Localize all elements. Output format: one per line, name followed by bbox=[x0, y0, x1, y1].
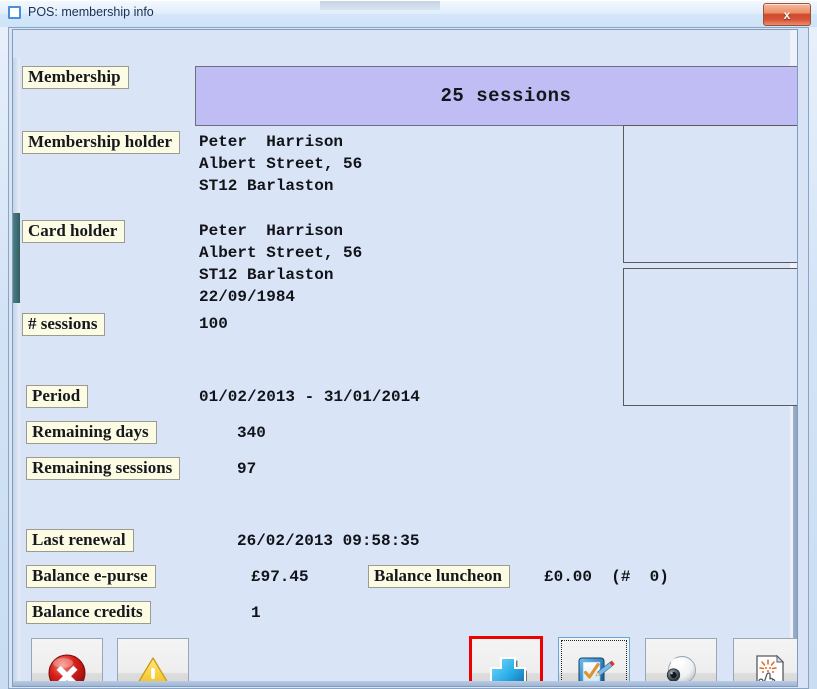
membership-type-text: 25 sessions bbox=[440, 85, 572, 107]
label-card-holder: Card holder bbox=[22, 220, 126, 243]
label-remaining-sessions: Remaining sessions bbox=[26, 457, 181, 480]
value-period: 01/02/2013 - 31/01/2014 bbox=[199, 388, 420, 406]
value-remaining-sessions: 97 bbox=[237, 460, 257, 478]
window: POS: membership info x Membership 25 ses… bbox=[0, 0, 817, 689]
client-area: Membership 25 sessions Membership holder… bbox=[8, 27, 809, 689]
left-scrollbar-thumb[interactable] bbox=[13, 213, 20, 303]
title-bar-left: POS: membership info bbox=[8, 5, 154, 19]
label-membership: Membership bbox=[22, 66, 129, 89]
label-balance-epurse: Balance e-purse bbox=[26, 565, 156, 588]
close-icon: x bbox=[783, 7, 791, 22]
title-bar: POS: membership info x bbox=[0, 0, 817, 27]
value-balance-credits: 1 bbox=[251, 604, 261, 622]
label-period: Period bbox=[26, 385, 89, 408]
bottom-rule bbox=[13, 681, 797, 686]
add-button[interactable] bbox=[469, 636, 543, 686]
value-remaining-days: 340 bbox=[237, 424, 266, 442]
value-membership-holder: Peter Harrison Albert Street, 56 ST12 Ba… bbox=[199, 133, 363, 195]
membership-holder-photo[interactable] bbox=[623, 125, 797, 263]
value-balance-epurse: £97.45 bbox=[251, 568, 309, 586]
label-membership-holder: Membership holder bbox=[22, 131, 181, 154]
webcam-button[interactable] bbox=[645, 638, 717, 686]
membership-type-banner: 25 sessions bbox=[195, 66, 797, 126]
value-balance-luncheon: £0.00 (# 0) bbox=[544, 568, 669, 586]
window-title: POS: membership info bbox=[28, 5, 154, 19]
left-scrollbar[interactable] bbox=[13, 58, 20, 686]
title-bar-ghost-tab bbox=[320, 1, 440, 10]
label-last-renewal: Last renewal bbox=[26, 529, 134, 552]
document-click-button[interactable] bbox=[733, 638, 797, 686]
window-icon bbox=[8, 5, 21, 19]
card-holder-photo[interactable] bbox=[623, 268, 797, 406]
value-num-sessions: 100 bbox=[199, 315, 228, 333]
value-card-holder: Peter Harrison Albert Street, 56 ST12 Ba… bbox=[199, 222, 363, 306]
label-num-sessions: # sessions bbox=[22, 313, 106, 336]
warning-button[interactable] bbox=[117, 638, 189, 686]
cancel-button[interactable] bbox=[31, 638, 103, 686]
membership-info-form: Membership 25 sessions Membership holder… bbox=[12, 29, 798, 687]
label-remaining-days: Remaining days bbox=[26, 421, 157, 444]
edit-button[interactable] bbox=[558, 637, 630, 686]
label-balance-credits: Balance credits bbox=[26, 601, 151, 624]
close-button[interactable]: x bbox=[763, 3, 811, 26]
label-balance-luncheon: Balance luncheon bbox=[368, 565, 510, 588]
value-last-renewal: 26/02/2013 09:58:35 bbox=[237, 532, 420, 550]
